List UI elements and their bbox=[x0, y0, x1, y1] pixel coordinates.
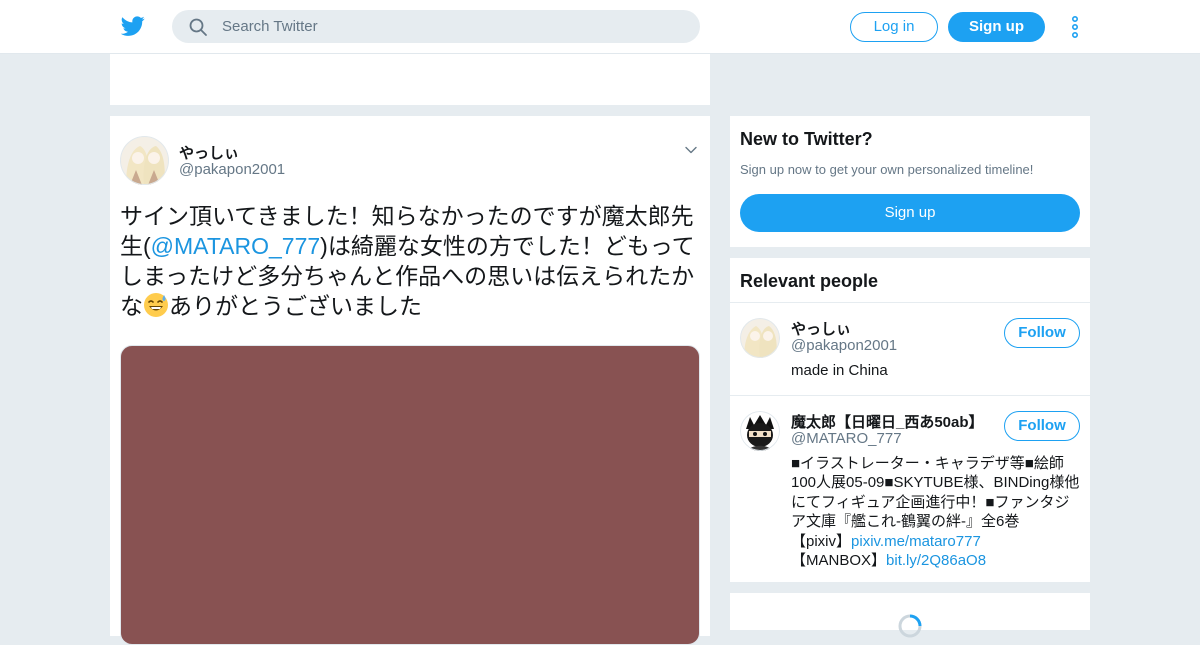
search-input[interactable] bbox=[222, 10, 692, 43]
person-handle[interactable]: @MATARO_777 bbox=[791, 430, 902, 447]
person-bio-text: ■イラストレーター・キャラデザ等■絵師100人展05-09■SKYTUBE様、B… bbox=[791, 455, 1080, 531]
search-icon bbox=[189, 18, 207, 36]
relevant-people-title: Relevant people bbox=[740, 271, 879, 291]
avatar[interactable] bbox=[120, 136, 169, 185]
tweet-media-image[interactable] bbox=[120, 345, 700, 645]
divider bbox=[730, 302, 1090, 303]
tweet-mention-link[interactable]: @MATARO_777 bbox=[151, 233, 321, 259]
tweet-text-part3: ありがとうございました bbox=[169, 293, 422, 319]
person-name[interactable]: やっしぃ bbox=[791, 318, 851, 339]
bio-pixiv-link[interactable]: pixiv.me/mataro777 bbox=[851, 533, 981, 550]
panel-signup-button[interactable]: Sign up bbox=[740, 194, 1080, 232]
person-bio: ■イラストレーター・キャラデザ等■絵師100人展05-09■SKYTUBE様、B… bbox=[791, 454, 1083, 570]
follow-button[interactable]: Follow bbox=[1004, 318, 1080, 348]
more-vertical-icon[interactable] bbox=[1066, 15, 1084, 39]
tweet-author-name[interactable]: やっしぃ bbox=[179, 142, 239, 163]
bio-pixiv-label: 【pixiv】 bbox=[791, 532, 852, 550]
grinning-sweat-emoji-icon bbox=[144, 293, 168, 317]
person-name[interactable]: 魔太郎【日曜日_西あ50ab】 bbox=[791, 411, 984, 432]
new-to-twitter-subtitle: Sign up now to get your own personalized… bbox=[740, 162, 1034, 177]
person-handle[interactable]: @pakapon2001 bbox=[791, 337, 897, 354]
follow-button[interactable]: Follow bbox=[1004, 411, 1080, 441]
signup-button[interactable]: Sign up bbox=[948, 12, 1045, 42]
twitter-bird-icon[interactable] bbox=[121, 14, 145, 38]
avatar[interactable] bbox=[740, 411, 780, 451]
loading-spinner-icon bbox=[898, 614, 922, 638]
chevron-down-icon[interactable] bbox=[684, 143, 698, 157]
new-to-twitter-title: New to Twitter? bbox=[740, 129, 873, 149]
avatar[interactable] bbox=[740, 318, 780, 358]
tweet-author-handle[interactable]: @pakapon2001 bbox=[179, 161, 285, 178]
bio-manbox-label: 【MANBOX】 bbox=[791, 552, 887, 570]
tweet-text: サイン頂いてきました！知らなかったのですが魔太郎先生(@MATARO_777)は… bbox=[120, 201, 700, 321]
bio-manbox-link[interactable]: bit.ly/2Q86aO8 bbox=[886, 552, 986, 569]
login-button[interactable]: Log in bbox=[850, 12, 938, 42]
divider bbox=[730, 395, 1090, 396]
previous-tweet-card bbox=[110, 54, 710, 105]
person-bio: made in China bbox=[791, 362, 888, 379]
